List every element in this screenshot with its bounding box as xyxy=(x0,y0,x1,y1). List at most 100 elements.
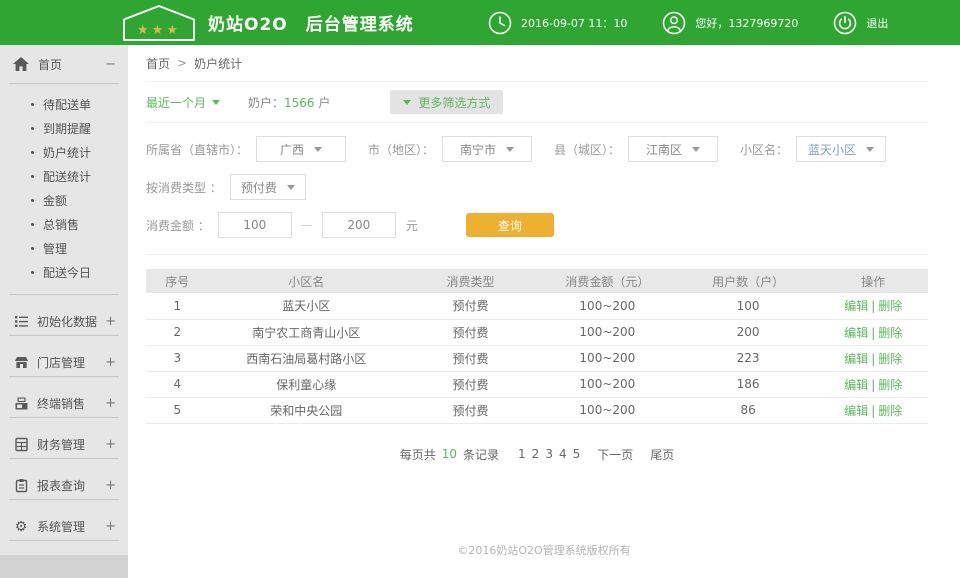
table-row: 3 西南石油局葛村路小区 预付费 100~200 223 编辑|删除 xyxy=(146,345,928,371)
period-dropdown[interactable]: 最近一个月 xyxy=(146,94,220,111)
cell-no: 4 xyxy=(146,371,209,397)
cell-name: 荣和中央公园 xyxy=(209,397,405,423)
sidebar-subitem-today-delivery[interactable]: 配送今日 xyxy=(0,260,128,284)
breadcrumb-separator: > xyxy=(177,56,187,70)
cell-type: 预付费 xyxy=(404,293,537,319)
section-label: 初始化数据 xyxy=(37,313,105,330)
logout-button[interactable]: 退出 xyxy=(866,15,888,31)
delete-link[interactable]: 删除 xyxy=(878,404,902,418)
sidebar-section: ⚙ 系统管理 + xyxy=(0,513,128,541)
expand-toggle[interactable]: + xyxy=(105,520,116,533)
pos-icon xyxy=(13,396,29,411)
table-header-row: 序号 小区名 消费类型 消费金额（元） 用户数（户） 操作 xyxy=(146,269,928,293)
cell-no: 2 xyxy=(146,319,209,345)
delete-link[interactable]: 删除 xyxy=(878,299,902,313)
expand-toggle[interactable]: + xyxy=(105,438,116,451)
amount-min-input[interactable] xyxy=(218,212,292,238)
sidebar-item-init-data[interactable]: 初始化数据 + xyxy=(0,308,128,335)
sidebar-subitem-customer-stats[interactable]: 奶户统计 xyxy=(0,140,128,164)
power-icon[interactable] xyxy=(832,10,858,36)
page-size-value: 10 xyxy=(442,447,457,461)
subitem-label: 配送今日 xyxy=(43,264,91,281)
sidebar-subitem-expiry-reminder[interactable]: 到期提醒 xyxy=(0,116,128,140)
cell-no: 5 xyxy=(146,397,209,423)
city-select[interactable]: 南宁市 xyxy=(442,136,532,162)
sidebar-subitem-pending-delivery[interactable]: 待配送单 xyxy=(0,92,128,116)
page-size-prefix: 每页共 xyxy=(400,446,436,463)
table-header-cell: 用户数（户） xyxy=(678,269,819,293)
action-separator: | xyxy=(871,326,875,340)
last-page-link[interactable]: 尾页 xyxy=(650,446,674,463)
province-select[interactable]: 广西 xyxy=(256,136,346,162)
caret-down-icon xyxy=(314,147,322,152)
action-separator: | xyxy=(871,299,875,313)
edit-link[interactable]: 编辑 xyxy=(844,326,868,340)
sidebar-item-store-mgmt[interactable]: 门店管理 + xyxy=(0,349,128,376)
sidebar-item-home[interactable]: 首页 − xyxy=(0,45,128,83)
edit-link[interactable]: 编辑 xyxy=(844,299,868,313)
subitem-label: 到期提醒 xyxy=(43,120,91,137)
breadcrumb-home-link[interactable]: 首页 xyxy=(146,55,170,72)
sidebar-item-report-query[interactable]: 报表查询 + xyxy=(0,472,128,499)
sidebar-item-terminal-sales[interactable]: 终端销售 + xyxy=(0,390,128,417)
sidebar-item-finance-mgmt[interactable]: 财务管理 + xyxy=(0,431,128,458)
expand-toggle[interactable]: + xyxy=(105,315,116,328)
province-label: 所属省（直辖市）： xyxy=(146,141,248,158)
sidebar-item-label: 首页 xyxy=(38,56,105,73)
page-number[interactable]: 4 xyxy=(559,447,567,461)
sidebar: 首页 − 待配送单 到期提醒 奶户统计 配送统计 金额 总销售 管理 配送今日 xyxy=(0,45,128,578)
subitem-label: 金额 xyxy=(43,192,67,209)
expand-toggle[interactable]: + xyxy=(105,479,116,492)
collapse-toggle[interactable]: − xyxy=(105,58,116,71)
sidebar-divider xyxy=(9,335,119,336)
page-number[interactable]: 3 xyxy=(545,447,553,461)
sidebar-subitem-amount[interactable]: 金额 xyxy=(0,188,128,212)
table-row: 2 南宁农工商青山小区 预付费 100~200 200 编辑|删除 xyxy=(146,319,928,345)
more-filter-button[interactable]: 更多筛选方式 xyxy=(390,90,503,114)
amount-unit: 元 xyxy=(406,217,418,234)
table-header-cell: 小区名 xyxy=(209,269,405,293)
filter-row-type: 按消费类型 ： 预付费 xyxy=(146,174,928,200)
subitem-label: 奶户统计 xyxy=(43,144,91,161)
page-number[interactable]: 5 xyxy=(573,447,581,461)
cell-amount: 100~200 xyxy=(537,345,678,371)
county-select[interactable]: 江南区 xyxy=(628,136,718,162)
next-page-link[interactable]: 下一页 xyxy=(597,446,633,463)
cell-amount: 100~200 xyxy=(537,371,678,397)
user-count-value: 1566 xyxy=(284,96,315,110)
cell-type: 预付费 xyxy=(404,345,537,371)
section-label: 门店管理 xyxy=(37,354,105,371)
expand-toggle[interactable]: + xyxy=(105,397,116,410)
list-icon xyxy=(13,314,29,329)
page-number[interactable]: 2 xyxy=(532,447,540,461)
community-select[interactable]: 蓝天小区 xyxy=(796,136,886,162)
logout-group[interactable]: 退出 xyxy=(832,10,888,36)
sidebar-subitem-management[interactable]: 管理 xyxy=(0,236,128,260)
cell-users: 223 xyxy=(678,345,819,371)
user-icon xyxy=(661,10,687,36)
datetime-text: 2016-09-07 11：10 xyxy=(521,15,627,31)
sidebar-subitem-total-sales[interactable]: 总销售 xyxy=(0,212,128,236)
page-number[interactable]: 1 xyxy=(518,447,526,461)
edit-link[interactable]: 编辑 xyxy=(844,352,868,366)
caret-down-icon xyxy=(692,147,700,152)
report-icon xyxy=(13,478,29,493)
cell-name: 南宁农工商青山小区 xyxy=(209,319,405,345)
sidebar-section: 终端销售 + xyxy=(0,390,128,418)
table-header-cell: 操作 xyxy=(818,269,928,293)
county-label: 县（城区）： xyxy=(554,141,620,158)
expand-toggle[interactable]: + xyxy=(105,356,116,369)
search-button[interactable]: 查询 xyxy=(466,213,554,237)
caret-down-icon xyxy=(212,100,220,105)
delete-link[interactable]: 删除 xyxy=(878,326,902,340)
sidebar-divider xyxy=(9,499,119,500)
table-header-cell: 消费金额（元） xyxy=(537,269,678,293)
delete-link[interactable]: 删除 xyxy=(878,378,902,392)
sidebar-item-system-mgmt[interactable]: ⚙ 系统管理 + xyxy=(0,513,128,540)
delete-link[interactable]: 删除 xyxy=(878,352,902,366)
edit-link[interactable]: 编辑 xyxy=(844,404,868,418)
edit-link[interactable]: 编辑 xyxy=(844,378,868,392)
sidebar-subitem-delivery-stats[interactable]: 配送统计 xyxy=(0,164,128,188)
consume-type-select[interactable]: 预付费 xyxy=(230,174,306,200)
amount-max-input[interactable] xyxy=(322,212,396,238)
